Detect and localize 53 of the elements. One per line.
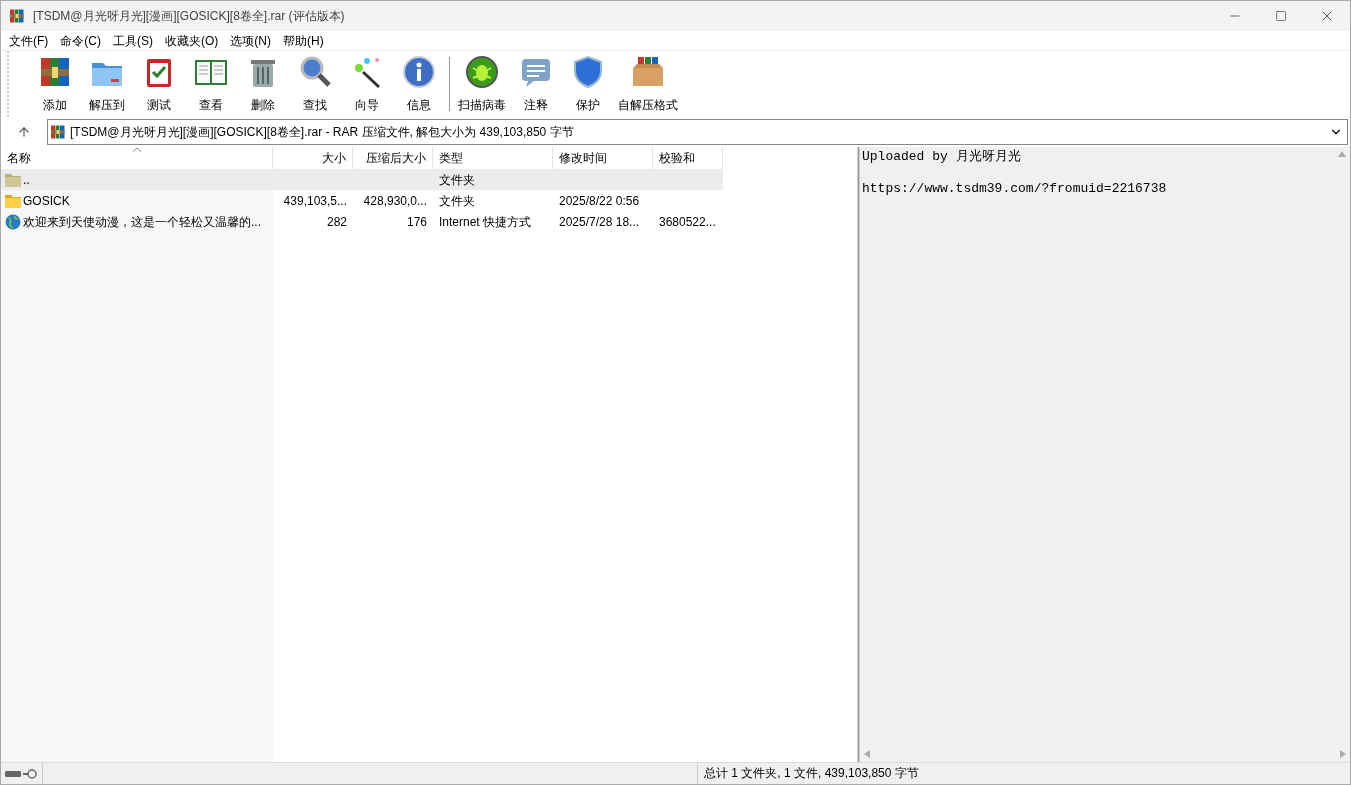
table-cell-text: .. [23, 171, 30, 189]
table-cell-text: 282 [326, 213, 347, 231]
up-arrow-icon [17, 125, 31, 139]
toolbar-button[interactable]: 信息 [393, 54, 445, 114]
window-title: [TSDM@月光呀月光][漫画][GOSICK][8卷全].rar (评估版本) [33, 8, 345, 25]
toolbar-button[interactable]: 查看 [185, 54, 237, 114]
drive-icon [5, 769, 21, 778]
table-cell-text: 2025/7/28 18... [559, 213, 640, 231]
comment-text: Uploaded by 月光呀月光 [862, 149, 1022, 165]
menu-item[interactable]: 选项(N) [224, 31, 277, 50]
toolbar-button[interactable]: 测试 [133, 54, 185, 114]
globe-icon [5, 213, 21, 230]
toolbar-button[interactable]: 自解压格式 [614, 54, 682, 114]
toolbar-button[interactable]: 删除 [237, 54, 289, 114]
toolbar-button[interactable]: 向导 [341, 54, 393, 114]
info-icon [401, 54, 437, 90]
table-cell-text: 428,930,0... [363, 192, 427, 210]
table-cell-text: Internet 快捷方式 [439, 213, 532, 231]
status-text: 总计 1 文件夹, 1 文件, 439,103,850 字节 [697, 763, 919, 784]
file-row[interactable]: .. 文件夹 [1, 169, 723, 190]
menu-item[interactable]: 工具(S) [107, 31, 159, 50]
table-cell-text: GOSICK [23, 192, 70, 210]
address-field[interactable]: [TSDM@月光呀月光][漫画][GOSICK][8卷全].rar - RAR 压缩文件, 解包大小为 439,103,850 字节 [47, 119, 1348, 145]
table-cell-text: 2025/8/22 0:56 [559, 192, 640, 210]
toolbar-button[interactable]: 添加 [29, 54, 81, 114]
scroll-up-icon[interactable] [1338, 151, 1346, 157]
menu-item[interactable]: 文件(F) [3, 31, 55, 50]
menu-item[interactable]: 收藏夹(O) [159, 31, 225, 50]
table-cell-text: 文件夹 [439, 171, 475, 189]
toolbar-button[interactable]: 保护 [562, 54, 614, 114]
key-icon [23, 768, 37, 779]
comment-text: https://www.tsdm39.com/?fromuid=2216738 [862, 181, 1168, 197]
table-cell-text: 文件夹 [439, 192, 475, 210]
archive-icon [50, 124, 66, 140]
address-text: [TSDM@月光呀月光][漫画][GOSICK][8卷全].rar - RAR 压缩文件, 解包大小为 439,103,850 字节 [70, 124, 574, 141]
folder-icon [5, 172, 21, 187]
table-cell-text: 439,103,5... [283, 192, 347, 210]
file-row[interactable]: 欢迎来到天使动漫，这是一个轻松又温馨的... 282 176 Internet 快捷方式 2025/7/28 18... 3680522... [1, 211, 723, 232]
scroll-left-icon[interactable] [864, 750, 870, 758]
file-row[interactable]: GOSICK 439,103,5... 428,930,0... 文件夹 2025/8/22 0:56 [1, 190, 723, 211]
scroll-right-icon[interactable] [1340, 750, 1346, 758]
maximize-icon [1275, 10, 1287, 22]
table-cell-text: 3680522... [659, 213, 716, 231]
toolbar-button[interactable]: 扫描病毒 [454, 54, 510, 114]
bug-icon [464, 54, 500, 90]
menu-item[interactable]: 命令(C) [54, 31, 107, 50]
app-icon [9, 8, 25, 24]
table-cell-text: 176 [406, 213, 427, 231]
toolbar-button[interactable]: 解压到 [81, 54, 133, 114]
toolbar-button[interactable]: 查找 [289, 54, 341, 114]
toolbar-button[interactable]: 注释 [510, 54, 562, 114]
table-cell-text: 欢迎来到天使动漫，这是一个轻松又温馨的... [23, 213, 261, 231]
menu-item[interactable]: 帮助(H) [277, 31, 330, 50]
